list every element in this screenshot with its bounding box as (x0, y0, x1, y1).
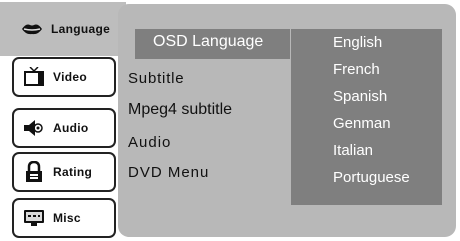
tab-misc[interactable]: Misc (12, 198, 116, 238)
menu-item-mpeg4-subtitle[interactable]: Mpeg4 subtitle (128, 101, 232, 119)
option-portuguese[interactable]: Portuguese (333, 169, 410, 186)
menu-item-audio[interactable]: Audio (128, 134, 171, 151)
tab-audio-label: Audio (53, 121, 89, 135)
dvd-setup-screen: Language Video Audio Rating Misc Subtitl… (0, 0, 460, 241)
menu-item-dvd-menu[interactable]: DVD Menu (128, 164, 209, 181)
tab-language[interactable]: Language (0, 2, 126, 56)
tab-misc-label: Misc (53, 211, 81, 225)
option-french[interactable]: French (333, 61, 380, 78)
menu-item-osd-language[interactable]: OSD Language (153, 33, 263, 51)
category-sidebar: Language Video Audio Rating Misc (0, 0, 126, 241)
tv-icon (22, 66, 46, 88)
tab-audio[interactable]: Audio (12, 108, 116, 148)
option-spanish[interactable]: Spanish (333, 88, 387, 105)
padlock-icon (22, 161, 46, 183)
options-list: English French Spanish Genman Italian Po… (291, 29, 442, 205)
tab-video[interactable]: Video (12, 57, 116, 97)
tab-language-label: Language (51, 22, 111, 36)
option-genman[interactable]: Genman (333, 115, 391, 132)
tab-video-label: Video (53, 70, 87, 84)
option-english[interactable]: English (333, 34, 382, 51)
monitor-icon (22, 207, 46, 229)
tab-rating-label: Rating (53, 165, 93, 179)
speaker-icon (22, 117, 46, 139)
tab-rating[interactable]: Rating (12, 152, 116, 192)
option-italian[interactable]: Italian (333, 142, 373, 159)
lips-icon (20, 18, 44, 40)
menu-item-subtitle[interactable]: Subtitle (128, 70, 184, 87)
